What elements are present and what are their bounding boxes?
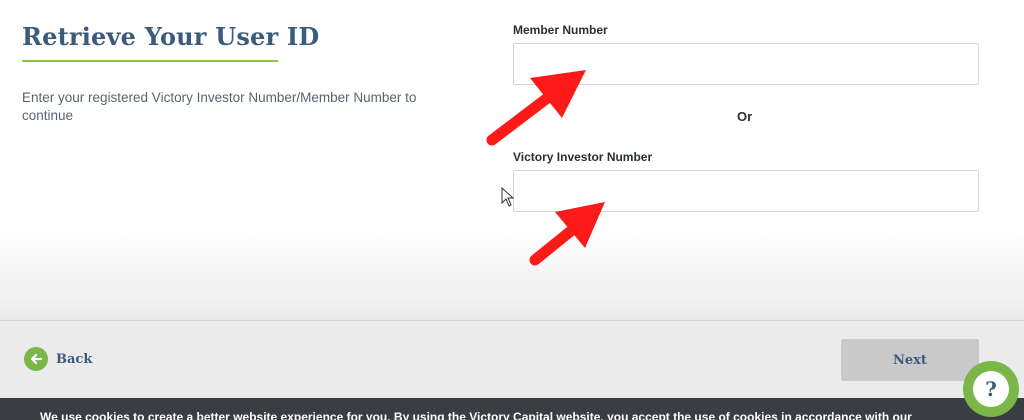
next-button[interactable]: Next [841, 339, 979, 381]
back-label: Back [56, 351, 93, 367]
cookie-banner: We use cookies to create a better websit… [0, 398, 1024, 420]
or-separator: Or [737, 109, 753, 124]
member-number-label: Member Number [513, 23, 608, 37]
page-title: Retrieve Your User ID [22, 22, 320, 51]
help-chat-button[interactable]: ? [963, 361, 1019, 417]
intro-text: Enter your registered Victory Investor N… [22, 90, 417, 123]
mouse-cursor-icon [501, 187, 515, 207]
title-underline [22, 60, 278, 62]
arrow-left-icon [24, 347, 48, 371]
back-button[interactable]: Back [24, 347, 92, 371]
investor-number-label: Victory Investor Number [513, 150, 653, 164]
cookie-banner-text: We use cookies to create a better websit… [40, 410, 912, 420]
investor-number-input[interactable] [513, 170, 979, 212]
question-icon: ? [973, 371, 1009, 407]
member-number-input[interactable] [513, 43, 979, 85]
